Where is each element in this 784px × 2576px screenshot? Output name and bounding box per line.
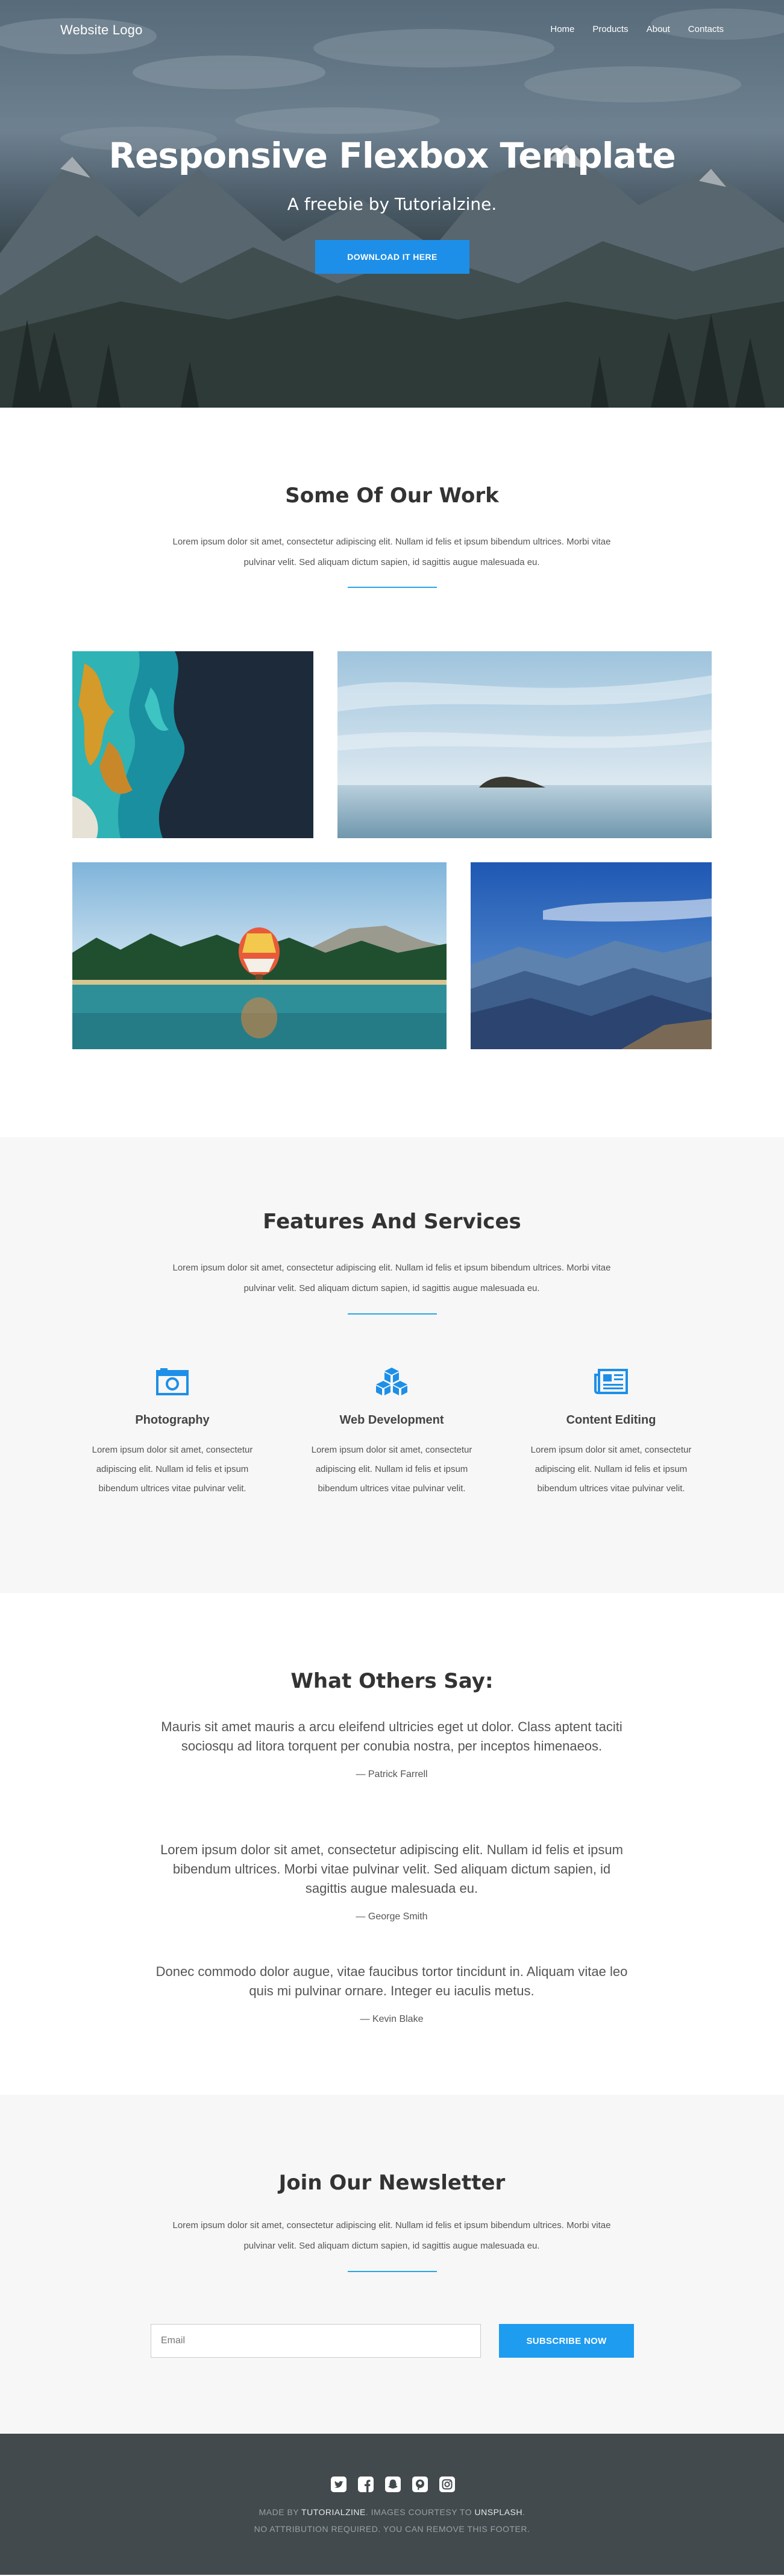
testimonial-author: — Kevin Blake bbox=[360, 2014, 424, 2024]
testimonial-text: Donec commodo dolor augue, vitae faucibu… bbox=[155, 1964, 628, 1998]
feature-web-development: Web Development Lorem ipsum dolor sit am… bbox=[310, 1366, 473, 1498]
photo-lone-island[interactable] bbox=[337, 651, 712, 838]
hero-header: Website Logo Home Products About Contact… bbox=[0, 0, 784, 408]
testimonial-text: Mauris sit amet mauris a arcu eleifend u… bbox=[161, 1719, 622, 1754]
facebook-icon[interactable] bbox=[357, 2476, 374, 2493]
newspaper-icon bbox=[594, 1366, 628, 1397]
newsletter-title: Join Our Newsletter bbox=[278, 2171, 506, 2195]
section-divider bbox=[348, 2271, 437, 2272]
testimonial: Lorem ipsum dolor sit amet, consectetur … bbox=[151, 1840, 633, 1922]
hero-title: Responsive Flexbox Template bbox=[108, 135, 676, 176]
nav-products[interactable]: Products bbox=[592, 24, 628, 34]
feature-text: Lorem ipsum dolor sit amet, consectetur … bbox=[92, 1445, 253, 1494]
feature-photography: Photography Lorem ipsum dolor sit amet, … bbox=[91, 1366, 254, 1498]
snapchat-icon[interactable] bbox=[384, 2476, 401, 2493]
camera-icon bbox=[155, 1366, 189, 1397]
download-button[interactable]: DOWNLOAD IT HERE bbox=[315, 240, 469, 274]
hero-subtitle: A freebie by Tutorialzine. bbox=[287, 194, 497, 214]
footer: MADE BY TUTORIALZINE. IMAGES COURTESY TO… bbox=[0, 2434, 784, 2575]
social-links bbox=[330, 2476, 456, 2493]
footer-credits: MADE BY TUTORIALZINE. IMAGES COURTESY TO… bbox=[259, 2507, 525, 2517]
feature-title: Photography bbox=[135, 1413, 210, 1427]
testimonial-author: — Patrick Farrell bbox=[356, 1769, 428, 1779]
unsplash-link[interactable]: UNSPLASH bbox=[475, 2507, 522, 2517]
twitter-icon[interactable] bbox=[330, 2476, 347, 2493]
email-input[interactable] bbox=[151, 2324, 481, 2358]
pinterest-icon[interactable] bbox=[412, 2476, 428, 2493]
website-logo[interactable]: Website Logo bbox=[60, 22, 143, 38]
top-nav-bar: Website Logo Home Products About Contact… bbox=[0, 0, 784, 60]
section-divider bbox=[348, 587, 437, 588]
testimonial-text: Lorem ipsum dolor sit amet, consectetur … bbox=[160, 1842, 623, 1896]
feature-text: Lorem ipsum dolor sit amet, consectetur … bbox=[311, 1445, 472, 1494]
photo-hot-air-balloon[interactable] bbox=[72, 862, 447, 1049]
testimonial: Donec commodo dolor augue, vitae faucibu… bbox=[151, 1962, 633, 2025]
features-section: Features And Services Lorem ipsum dolor … bbox=[0, 1137, 784, 1593]
testimonial: Mauris sit amet mauris a arcu eleifend u… bbox=[151, 1717, 633, 1780]
feature-content-editing: Content Editing Lorem ipsum dolor sit am… bbox=[530, 1366, 692, 1498]
section-divider bbox=[348, 1313, 437, 1315]
main-nav: Home Products About Contacts bbox=[532, 24, 724, 34]
features-title: Features And Services bbox=[263, 1210, 521, 1234]
newsletter-section: Join Our Newsletter Lorem ipsum dolor si… bbox=[0, 2095, 784, 2434]
work-title: Some Of Our Work bbox=[285, 484, 499, 508]
feature-text: Lorem ipsum dolor sit amet, consectetur … bbox=[530, 1445, 692, 1494]
work-description: Lorem ipsum dolor sit amet, consectetur … bbox=[172, 537, 611, 567]
work-section: Some Of Our Work Lorem ipsum dolor sit a… bbox=[0, 408, 784, 1137]
tutorialzine-link[interactable]: TUTORIALZINE bbox=[301, 2507, 366, 2517]
footer-note: NO ATTRIBUTION REQUIRED. YOU CAN REMOVE … bbox=[254, 2524, 530, 2534]
nav-home[interactable]: Home bbox=[550, 24, 574, 34]
instagram-icon[interactable] bbox=[439, 2476, 456, 2493]
photo-ocean-aerial[interactable] bbox=[72, 651, 313, 838]
feature-title: Web Development bbox=[339, 1413, 444, 1427]
feature-title: Content Editing bbox=[566, 1413, 656, 1427]
features-description: Lorem ipsum dolor sit amet, consectetur … bbox=[172, 1263, 611, 1293]
testimonials-section: What Others Say: Mauris sit amet mauris … bbox=[0, 1593, 784, 2095]
cubes-icon bbox=[375, 1366, 409, 1397]
newsletter-description: Lorem ipsum dolor sit amet, consectetur … bbox=[172, 2220, 611, 2251]
testimonials-title: What Others Say: bbox=[290, 1669, 494, 1693]
nav-about[interactable]: About bbox=[647, 24, 670, 34]
nav-contacts[interactable]: Contacts bbox=[688, 24, 724, 34]
photo-blue-mountains[interactable] bbox=[471, 862, 712, 1049]
testimonial-author: — George Smith bbox=[356, 1911, 428, 1922]
subscribe-button[interactable]: SUBSCRIBE NOW bbox=[499, 2324, 634, 2358]
